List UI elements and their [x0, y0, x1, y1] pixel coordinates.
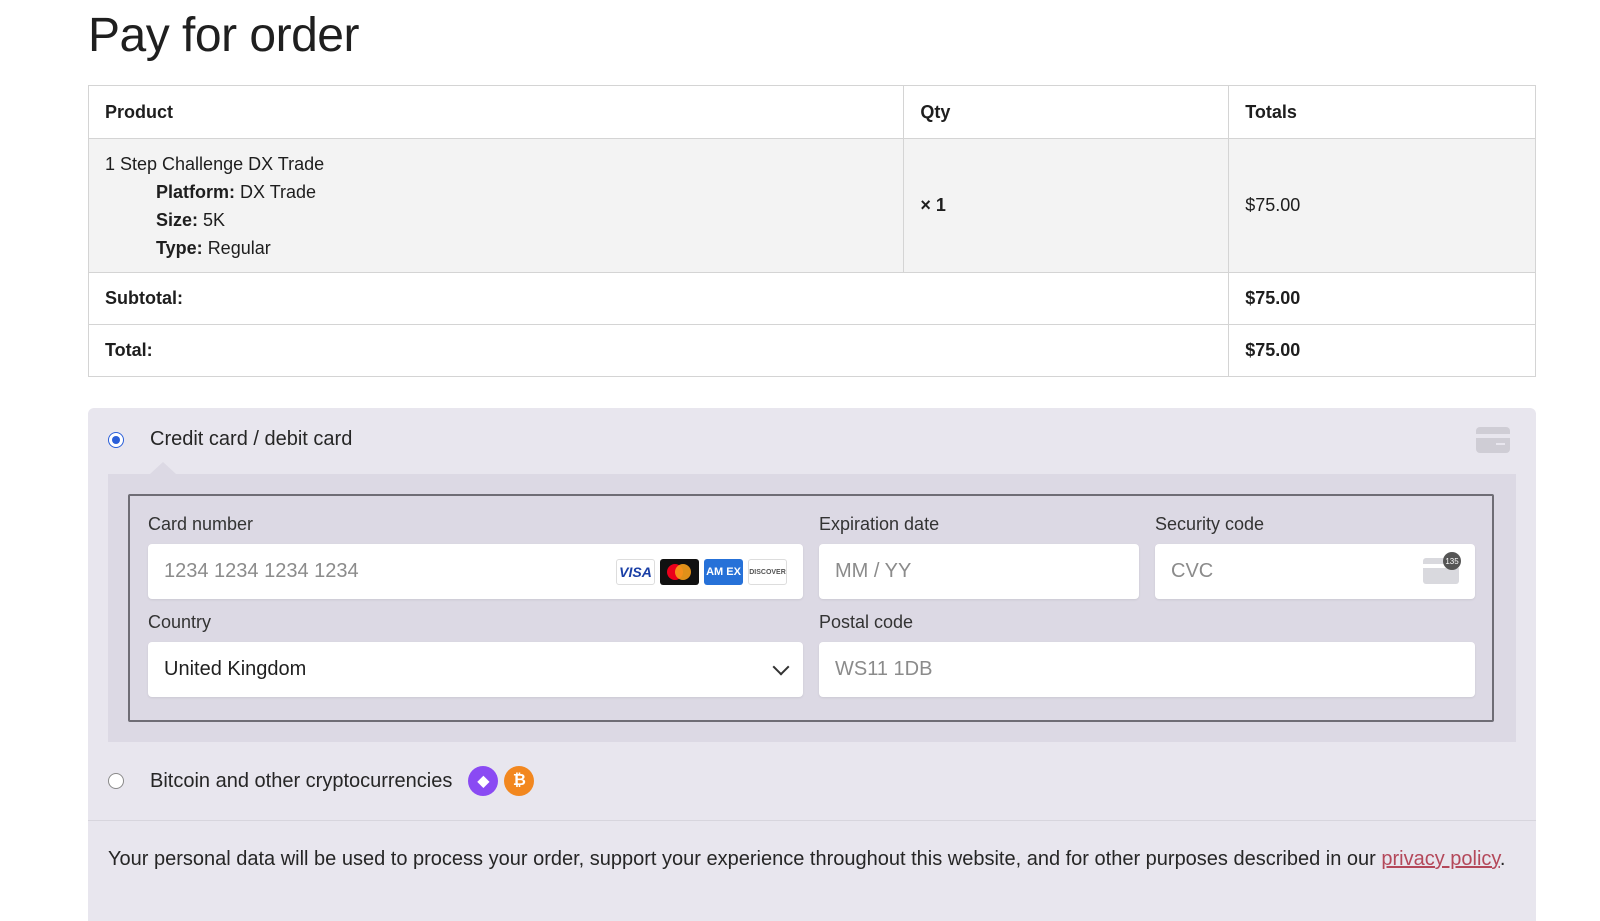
bitcoin-icon: ₿: [504, 766, 535, 796]
mastercard-icon: [660, 559, 699, 585]
product-meta-size: Size: 5K: [156, 209, 226, 230]
header-product: Product: [87, 85, 905, 139]
product-cell: 1 Step Challenge DX Trade Platform: DX T…: [87, 138, 905, 273]
expiration-field: Expiration date MM / YY: [819, 514, 1139, 599]
total-label: Total:: [87, 324, 1230, 377]
header-totals: Totals: [1228, 85, 1536, 139]
card-method-label[interactable]: Credit card / debit card: [150, 428, 352, 451]
crypto-icons: ◆ ₿: [468, 766, 535, 796]
ethereum-icon: ◆: [468, 766, 499, 796]
card-payment-box: Card number 1234 1234 1234 1234 VISA AM …: [108, 462, 1516, 742]
country-value: United Kingdom: [164, 658, 307, 680]
card-number-input[interactable]: 1234 1234 1234 1234 VISA AM EX DISCOVER: [148, 544, 803, 599]
table-row: 1 Step Challenge DX Trade Platform: DX T…: [87, 138, 1536, 273]
card-radio[interactable]: [108, 431, 124, 448]
payment-method-card[interactable]: Credit card / debit card: [108, 428, 352, 451]
cvc-card-icon: 135: [1423, 552, 1461, 584]
page-title: Pay for order: [88, 9, 359, 62]
subtotal-value: $75.00: [1228, 272, 1536, 325]
card-form: Card number 1234 1234 1234 1234 VISA AM …: [128, 494, 1494, 722]
postal-code-field: Postal code WS11 1DB: [819, 612, 1475, 697]
visa-icon: VISA: [616, 559, 655, 585]
card-brands: VISA AM EX DISCOVER: [616, 559, 787, 585]
total-row: Total: $75.00: [87, 324, 1536, 377]
qty-cell: × 1: [903, 138, 1230, 273]
card-number-label: Card number: [148, 514, 254, 534]
security-code-input[interactable]: CVC 135: [1155, 544, 1475, 599]
postal-code-label: Postal code: [819, 612, 914, 632]
expiration-placeholder: MM / YY: [835, 560, 912, 582]
security-code-label: Security code: [1155, 514, 1265, 534]
card-number-placeholder: 1234 1234 1234 1234: [164, 560, 359, 582]
chevron-down-icon: [772, 658, 790, 676]
payment-method-crypto[interactable]: Bitcoin and other cryptocurrencies ◆ ₿: [108, 766, 535, 796]
product-meta-platform: Platform: DX Trade: [156, 181, 317, 202]
order-table: Product Qty Totals 1 Step Challenge DX T…: [87, 85, 1536, 377]
table-header-row: Product Qty Totals: [87, 85, 1536, 139]
header-qty: Qty: [903, 85, 1230, 139]
product-name: 1 Step Challenge DX Trade: [105, 153, 325, 174]
country-field: Country United Kingdom: [148, 612, 803, 697]
total-value: $75.00: [1228, 324, 1536, 377]
postal-code-input[interactable]: WS11 1DB: [819, 642, 1475, 697]
item-total-cell: $75.00: [1228, 138, 1536, 273]
credit-card-icon: [1476, 427, 1510, 453]
cvc-badge: 135: [1443, 552, 1461, 570]
postal-code-placeholder: WS11 1DB: [835, 658, 933, 680]
expiration-label: Expiration date: [819, 514, 940, 534]
payment-methods: Credit card / debit card Card number 123…: [88, 408, 1536, 921]
subtotal-row: Subtotal: $75.00: [87, 272, 1536, 325]
security-code-field: Security code CVC 135: [1155, 514, 1475, 599]
product-meta-type: Type: Regular: [156, 237, 271, 258]
country-label: Country: [148, 612, 212, 632]
expiration-input[interactable]: MM / YY: [819, 544, 1139, 599]
country-select[interactable]: United Kingdom: [148, 642, 803, 697]
divider: [88, 820, 1536, 821]
security-code-placeholder: CVC: [1171, 560, 1214, 582]
crypto-method-label[interactable]: Bitcoin and other cryptocurrencies: [150, 770, 452, 793]
subtotal-label: Subtotal:: [87, 272, 1230, 325]
amex-icon: AM EX: [704, 559, 743, 585]
privacy-notice: Your personal data will be used to proce…: [108, 848, 1506, 870]
card-number-field: Card number 1234 1234 1234 1234 VISA AM …: [148, 514, 803, 599]
crypto-radio[interactable]: [108, 773, 124, 789]
privacy-policy-link[interactable]: privacy policy: [1381, 848, 1500, 870]
discover-icon: DISCOVER: [748, 559, 787, 585]
